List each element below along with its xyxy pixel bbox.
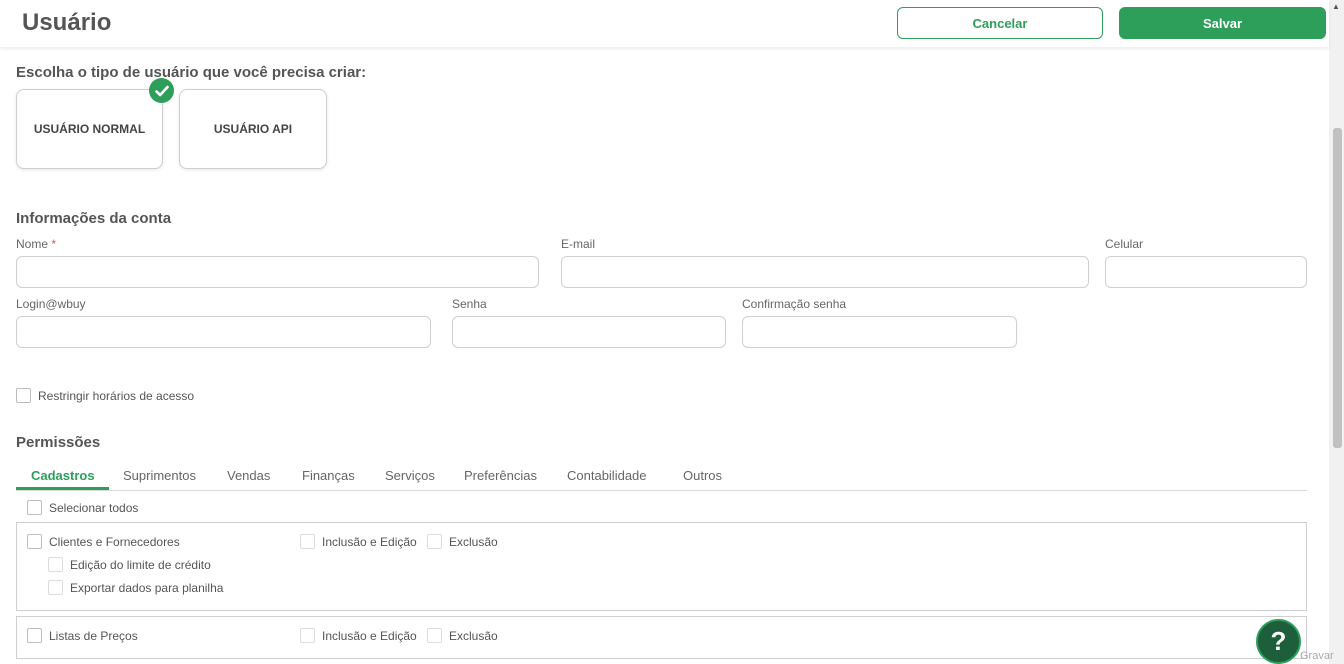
listas-label: Listas de Preços: [49, 628, 138, 643]
clientes-inclusao-label: Inclusão e Edição: [322, 534, 417, 549]
email-input[interactable]: [561, 256, 1089, 288]
clientes-exclusao-label: Exclusão: [449, 534, 498, 549]
tab-cadastros[interactable]: Cadastros: [31, 468, 95, 483]
confirmacao-label: Confirmação senha: [742, 297, 847, 311]
clientes-label: Clientes e Fornecedores: [49, 534, 180, 549]
senha-input[interactable]: [452, 316, 726, 348]
clientes-exportar-row: Exportar dados para planilha: [48, 580, 223, 595]
login-input[interactable]: [16, 316, 431, 348]
celular-label: Celular: [1105, 237, 1144, 251]
listas-inclusao-checkbox[interactable]: [300, 628, 315, 643]
select-all-row: Selecionar todos: [27, 500, 138, 515]
cancel-button[interactable]: Cancelar: [897, 7, 1103, 39]
listas-inclusao-label: Inclusão e Edição: [322, 628, 417, 643]
listas-exclusao-row: Exclusão: [427, 628, 498, 643]
vertical-scrollbar[interactable]: ▲: [1329, 0, 1344, 664]
clientes-inclusao-checkbox[interactable]: [300, 534, 315, 549]
clientes-exclusao-checkbox[interactable]: [427, 534, 442, 549]
account-section-title: Informações da conta: [16, 210, 172, 227]
email-label: E-mail: [561, 237, 596, 251]
permissions-title: Permissões: [16, 434, 101, 451]
user-type-title: Escolha o tipo de usuário que você preci…: [16, 64, 367, 81]
select-all-checkbox[interactable]: [27, 500, 42, 515]
clientes-limite-credito-label: Edição do limite de crédito: [70, 557, 211, 572]
nome-label-text: Nome: [16, 237, 49, 251]
tab-vendas[interactable]: Vendas: [227, 468, 270, 483]
required-mark: *: [51, 237, 57, 251]
listas-checkbox[interactable]: [27, 628, 42, 643]
tab-suprimentos[interactable]: Suprimentos: [123, 468, 196, 483]
clientes-exportar-checkbox[interactable]: [48, 580, 63, 595]
login-label: Login@wbuy: [16, 297, 86, 311]
select-all-label: Selecionar todos: [49, 500, 139, 515]
confirmacao-input[interactable]: [742, 316, 1017, 348]
tab-contabilidade[interactable]: Contabilidade: [567, 468, 647, 483]
clientes-row: Clientes e Fornecedores: [27, 534, 180, 549]
top-bar: Usuário Cancelar Salvar: [0, 0, 1329, 47]
clientes-limite-credito-row: Edição do limite de crédito: [48, 557, 211, 572]
clientes-inclusao-row: Inclusão e Edição: [300, 534, 417, 549]
page-title: Usuário: [22, 9, 112, 36]
tab-servicos[interactable]: Serviços: [385, 468, 435, 483]
clientes-exportar-label: Exportar dados para planilha: [70, 580, 224, 595]
listas-row: Listas de Preços: [27, 628, 138, 643]
user-type-normal-card[interactable]: USUÁRIO NORMAL: [16, 89, 163, 169]
check-icon: [149, 78, 174, 103]
active-tab-indicator: [16, 487, 109, 490]
nome-input[interactable]: [16, 256, 539, 288]
listas-exclusao-label: Exclusão: [449, 628, 498, 643]
permission-group-listas-precos: Listas de Preços Inclusão e Edição Exclu…: [16, 616, 1307, 659]
clientes-checkbox[interactable]: [27, 534, 42, 549]
nome-label: Nome *: [16, 237, 56, 251]
tab-preferencias[interactable]: Preferências: [464, 468, 537, 483]
clientes-limite-credito-checkbox[interactable]: [48, 557, 63, 572]
scroll-up-arrow-icon[interactable]: ▲: [1332, 2, 1340, 11]
user-type-normal-label: USUÁRIO NORMAL: [33, 122, 146, 136]
restrict-access-label: Restringir horários de acesso: [38, 388, 195, 403]
permissions-tabs: Cadastros Suprimentos Vendas Finanças Se…: [16, 462, 1307, 491]
help-button[interactable]: ?: [1256, 619, 1301, 664]
restrict-access-checkbox[interactable]: [16, 388, 31, 403]
scroll-thumb[interactable]: [1333, 128, 1342, 448]
save-button[interactable]: Salvar: [1119, 7, 1326, 39]
restrict-access-row: Restringir horários de acesso: [16, 388, 194, 403]
tab-financas[interactable]: Finanças: [302, 468, 355, 483]
user-type-api-card[interactable]: USUÁRIO API: [179, 89, 327, 169]
user-type-api-label: USUÁRIO API: [213, 122, 293, 136]
senha-label: Senha: [452, 297, 487, 311]
clientes-exclusao-row: Exclusão: [427, 534, 498, 549]
listas-inclusao-row: Inclusão e Edição: [300, 628, 417, 643]
gravar-label: Gravar: [1300, 650, 1334, 662]
celular-input[interactable]: [1105, 256, 1307, 288]
permission-group-clientes: Clientes e Fornecedores Inclusão e Ediçã…: [16, 522, 1307, 611]
listas-exclusao-checkbox[interactable]: [427, 628, 442, 643]
tab-outros[interactable]: Outros: [683, 468, 722, 483]
